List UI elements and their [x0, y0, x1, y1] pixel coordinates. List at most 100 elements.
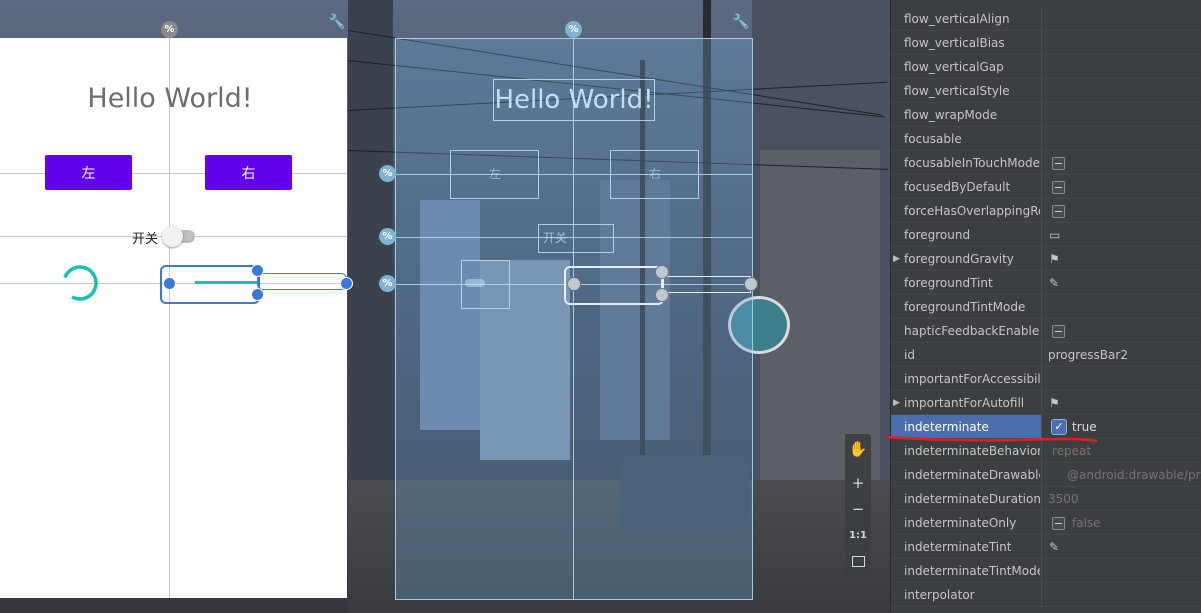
- attribute-row[interactable]: id progressBar2: [891, 343, 1201, 367]
- blueprint-right-button-label: 右: [649, 167, 662, 181]
- attribute-value[interactable]: progressBar2: [1048, 343, 1128, 367]
- column-divider: [1041, 343, 1042, 367]
- percent-guideline-marker[interactable]: %: [379, 275, 396, 292]
- percent-guideline-marker[interactable]: %: [161, 21, 178, 38]
- attribute-row[interactable]: indeterminateTintMode: [891, 559, 1201, 583]
- attribute-name: focusedByDefault: [904, 180, 1011, 194]
- eyedropper-icon[interactable]: ✎: [1049, 535, 1059, 559]
- attribute-row[interactable]: flow_verticalGap: [891, 55, 1201, 79]
- attribute-row[interactable]: ▶ importantForAutofill ⚑: [891, 391, 1201, 415]
- column-divider: [1041, 487, 1042, 511]
- layout-editor-canvas[interactable]: Hello World! 左 右 开关 % 🔧 Hello World! 左 右: [0, 0, 890, 613]
- resize-handle-bottom-right[interactable]: [251, 288, 264, 301]
- attribute-row[interactable]: focusedByDefault: [891, 175, 1201, 199]
- progress-bar-outline[interactable]: [257, 273, 347, 290]
- blueprint-right-button[interactable]: 右: [610, 150, 699, 199]
- blueprint-handle-bottom-right[interactable]: [655, 288, 669, 302]
- attribute-row[interactable]: indeterminateTint ✎: [891, 535, 1201, 559]
- minus-box-icon[interactable]: [1052, 157, 1065, 170]
- attribute-name: focusableInTouchMode: [904, 156, 1040, 170]
- column-divider: [1041, 247, 1042, 271]
- switch-label: 开关: [132, 232, 159, 247]
- attribute-value[interactable]: @android:drawable/pr: [1067, 463, 1201, 487]
- attribute-row[interactable]: focusable: [891, 127, 1201, 151]
- zoom-in-button[interactable]: +: [845, 472, 871, 494]
- blueprint-circular-progress[interactable]: [461, 260, 510, 309]
- attribute-row[interactable]: foregroundTintMode: [891, 295, 1201, 319]
- blueprint-surface[interactable]: Hello World! 左 右 开关: [381, 38, 758, 600]
- right-button[interactable]: 右: [205, 155, 292, 190]
- attribute-name: foregroundGravity: [904, 252, 1014, 266]
- attribute-row[interactable]: foregroundTint ✎: [891, 271, 1201, 295]
- attribute-name: interpolator: [904, 588, 975, 602]
- attribute-name: importantForAutofill: [904, 396, 1025, 410]
- column-divider: [1041, 199, 1042, 223]
- left-button[interactable]: 左: [45, 155, 132, 190]
- blueprint-progress-bar-outline[interactable]: [661, 276, 751, 293]
- attribute-row[interactable]: flow_verticalBias: [891, 31, 1201, 55]
- blueprint-left-button-label: 左: [489, 167, 502, 181]
- minus-box-icon[interactable]: [1052, 181, 1065, 194]
- column-divider: [1041, 319, 1042, 343]
- attribute-name: foregroundTint: [904, 276, 993, 290]
- attribute-name: flow_verticalAlign: [904, 12, 1010, 26]
- percent-guideline-marker[interactable]: %: [379, 228, 396, 245]
- eyedropper-icon[interactable]: ✎: [1049, 271, 1059, 295]
- zoom-out-button[interactable]: −: [845, 498, 871, 520]
- minus-box-icon[interactable]: [1052, 205, 1065, 218]
- resize-handle-right[interactable]: [340, 277, 353, 290]
- attribute-row[interactable]: interpolator: [891, 583, 1201, 607]
- image-icon[interactable]: ▭: [1049, 223, 1060, 247]
- attribute-row[interactable]: ▶ foregroundGravity ⚑: [891, 247, 1201, 271]
- attribute-row[interactable]: flow_verticalStyle: [891, 79, 1201, 103]
- blueprint-handle-top-right[interactable]: [655, 265, 669, 279]
- blueprint-handle-right[interactable]: [744, 277, 758, 291]
- resize-handle-left[interactable]: [163, 277, 176, 290]
- wrench-icon[interactable]: 🔧: [732, 14, 749, 30]
- attribute-row[interactable]: flow_verticalAlign: [891, 7, 1201, 31]
- attribute-value[interactable]: false: [1072, 511, 1101, 535]
- expand-arrow-icon[interactable]: ▶: [893, 247, 900, 271]
- blueprint-handle-left[interactable]: [567, 277, 581, 291]
- attribute-row[interactable]: foreground ▭: [891, 223, 1201, 247]
- attribute-row[interactable]: flow_wrapMode: [891, 103, 1201, 127]
- column-divider: [1041, 271, 1042, 295]
- attribute-name: indeterminateOnly: [904, 516, 1017, 530]
- attribute-name: flow_verticalGap: [904, 60, 1004, 74]
- hand-icon[interactable]: ✋: [845, 438, 871, 460]
- fit-screen-icon[interactable]: [845, 550, 871, 572]
- column-divider: [1041, 79, 1042, 103]
- attribute-row[interactable]: indeterminateDuration 3500: [891, 487, 1201, 511]
- attribute-name: id: [904, 348, 915, 362]
- percent-guideline-marker[interactable]: %: [379, 165, 396, 182]
- blueprint-vertical-guideline[interactable]: [573, 39, 574, 599]
- resize-handle-top-right[interactable]: [251, 264, 264, 277]
- expand-arrow-icon[interactable]: ▶: [893, 391, 900, 415]
- actual-size-button[interactable]: 1:1: [845, 524, 871, 546]
- wrench-icon[interactable]: 🔧: [328, 14, 345, 30]
- circular-progress-bar[interactable]: [60, 263, 100, 303]
- attribute-row[interactable]: importantForAccessibility: [891, 367, 1201, 391]
- attribute-value[interactable]: 3500: [1048, 487, 1079, 511]
- switch-thumb[interactable]: [162, 226, 183, 247]
- design-surface[interactable]: Hello World! 左 右 开关: [0, 38, 353, 598]
- vertical-guideline[interactable]: [169, 38, 170, 598]
- attribute-row[interactable]: hapticFeedbackEnabled: [891, 319, 1201, 343]
- percent-guideline-marker[interactable]: %: [565, 21, 582, 38]
- attribute-row[interactable]: focusableInTouchMode: [891, 151, 1201, 175]
- flag-icon[interactable]: ⚑: [1049, 391, 1060, 415]
- attribute-row[interactable]: indeterminateDrawable @android:drawable/p…: [891, 463, 1201, 487]
- column-divider: [1041, 583, 1042, 607]
- minus-box-icon[interactable]: [1052, 517, 1065, 530]
- zoom-toolbar: ✋ + − 1:1: [845, 434, 871, 576]
- attribute-row[interactable]: indeterminateOnly false: [891, 511, 1201, 535]
- hello-world-text[interactable]: Hello World!: [60, 83, 280, 114]
- attributes-panel[interactable]: flow_verticalAlign flow_verticalBias flow_…: [890, 0, 1201, 613]
- attribute-row[interactable]: forceHasOverlappingRe...: [891, 199, 1201, 223]
- blueprint-switch[interactable]: 开关: [538, 224, 614, 253]
- attribute-name: flow_wrapMode: [904, 108, 998, 122]
- minus-box-icon[interactable]: [1052, 325, 1065, 338]
- blueprint-left-button[interactable]: 左: [450, 150, 539, 199]
- flag-icon[interactable]: ⚑: [1049, 247, 1060, 271]
- red-underline-annotation: [886, 435, 1098, 443]
